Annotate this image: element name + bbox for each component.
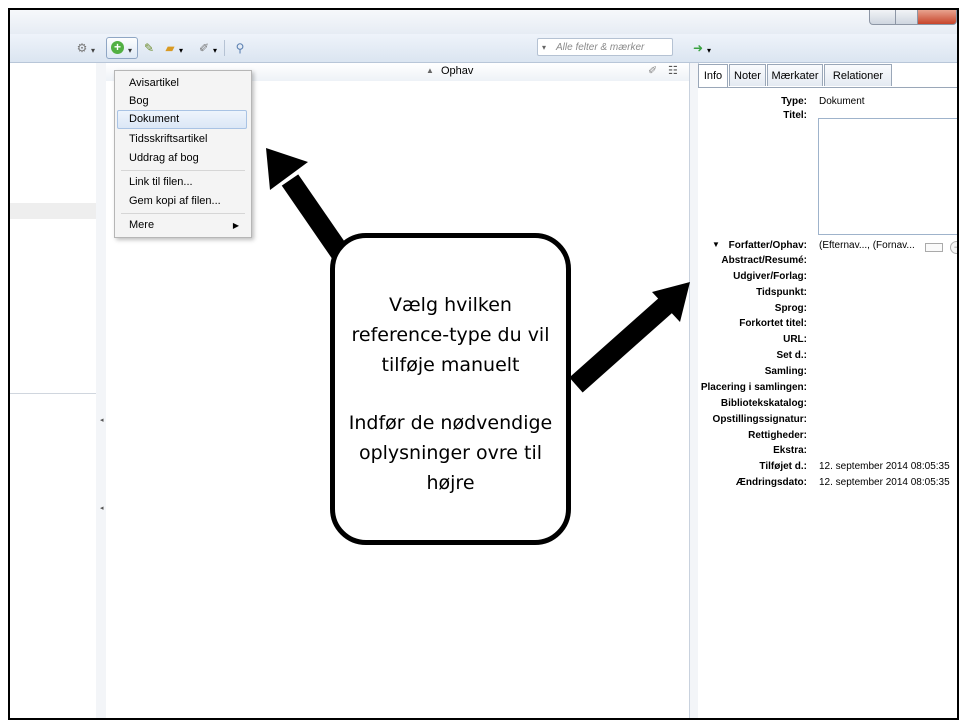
- search-input[interactable]: ▾ Alle felter & mærker: [537, 38, 673, 56]
- title-label: Titel:: [783, 110, 807, 121]
- callout-instruction-1: Vælg hvilken reference-type du vil tilfø…: [341, 290, 560, 380]
- callout-line: reference-type du vil: [351, 324, 550, 346]
- menu-item-bog[interactable]: Bog: [117, 92, 247, 111]
- menu-item-gem-kopi[interactable]: Gem kopi af filen...: [117, 192, 247, 211]
- added-label: Tilføjet d.:: [759, 461, 807, 472]
- search-mode-dropdown-icon[interactable]: ▾: [542, 39, 546, 57]
- menu-item-avisartikel[interactable]: Avisartikel: [117, 74, 247, 93]
- tab-noter[interactable]: Noter: [729, 64, 766, 86]
- field-abstract[interactable]: Abstract/Resumé:: [647, 255, 807, 266]
- chevron-down-icon[interactable]: ▾: [706, 43, 712, 59]
- chevron-down-icon[interactable]: ▾: [90, 43, 96, 59]
- modified-label: Ændringsdato:: [735, 477, 807, 488]
- magic-wand-icon[interactable]: ✎: [141, 40, 157, 56]
- menu-item-dokument[interactable]: Dokument: [117, 110, 247, 129]
- title-bar: [10, 10, 957, 35]
- attachment-column-icon[interactable]: ✐: [648, 64, 657, 77]
- pane-divider: [10, 393, 96, 394]
- tab-info[interactable]: Info: [698, 64, 728, 87]
- column-ophav[interactable]: Ophav: [441, 65, 473, 77]
- new-item-menu: Avisartikel Bog Dokument Tidsskriftsarti…: [114, 70, 252, 238]
- main-toolbar: ⚙ ▾ + ▾ ✎ ▰ ▾ ✐ ▾ ⚲ ▾ Alle felter & mærk…: [10, 34, 957, 63]
- instruction-callout: Vælg hvilken reference-type du vil tilfø…: [330, 233, 571, 545]
- splitter-grip-icon[interactable]: ◂: [100, 416, 104, 424]
- tab-relationer[interactable]: Relationer: [824, 64, 892, 86]
- selected-collection-row[interactable]: [10, 203, 96, 219]
- minimize-button[interactable]: [869, 10, 897, 25]
- menu-item-mere-label: Mere: [129, 219, 155, 231]
- field-call-number[interactable]: Opstillingssignatur:: [647, 414, 807, 425]
- field-short-title[interactable]: Forkortet titel:: [647, 318, 807, 329]
- search-icon[interactable]: ⚲: [232, 40, 248, 56]
- callout-line: tilføje manuelt: [381, 354, 520, 376]
- modified-value: 12. september 2014 08:05:35: [819, 477, 950, 488]
- add-attachment-icon[interactable]: ▰: [162, 40, 178, 56]
- callout-line: oplysninger ovre til: [358, 442, 543, 464]
- chevron-down-icon[interactable]: ▾: [212, 43, 218, 59]
- menu-item-mere[interactable]: Mere ▶: [117, 216, 247, 235]
- field-language[interactable]: Sprog:: [647, 303, 807, 314]
- close-button[interactable]: [917, 10, 957, 25]
- menu-item-uddrag-af-bog[interactable]: Uddrag af bog: [117, 149, 247, 168]
- toolbar-divider: [224, 40, 225, 56]
- callout-line: højre: [426, 472, 475, 494]
- remove-creator-icon[interactable]: −: [950, 241, 957, 254]
- chevron-down-icon[interactable]: ▾: [178, 43, 184, 59]
- field-accessed[interactable]: Set d.:: [647, 350, 807, 361]
- field-library-catalog[interactable]: Bibliotekskatalog:: [647, 398, 807, 409]
- field-extra[interactable]: Ekstra:: [647, 445, 807, 456]
- menu-separator: [121, 170, 245, 171]
- chevron-down-icon: ▾: [128, 46, 133, 55]
- callout-instruction-2: Indfør de nødvendige oplysninger ovre ti…: [341, 408, 560, 498]
- maximize-button[interactable]: [895, 10, 919, 25]
- menu-item-tidsskriftsartikel[interactable]: Tidsskriftsartikel: [117, 130, 247, 149]
- field-url[interactable]: URL:: [647, 334, 807, 345]
- field-rights[interactable]: Rettigheder:: [647, 430, 807, 441]
- menu-item-link-til-filen[interactable]: Link til filen...: [117, 173, 247, 192]
- title-field[interactable]: [818, 118, 957, 235]
- type-value[interactable]: Dokument: [819, 96, 865, 107]
- creator-value[interactable]: (Efternav..., (Fornav...: [819, 240, 915, 251]
- new-item-button[interactable]: + ▾: [106, 37, 138, 59]
- plus-circle-icon: +: [111, 41, 124, 54]
- callout-line: Vælg hvilken: [389, 294, 512, 316]
- callout-line: Indfør de nødvendige: [348, 412, 553, 434]
- creator-label[interactable]: Forfatter/Ophav:: [647, 240, 807, 251]
- field-publisher[interactable]: Udgiver/Forlag:: [647, 271, 807, 282]
- creator-field-mode-toggle[interactable]: [925, 243, 943, 252]
- field-archive[interactable]: Samling:: [647, 366, 807, 377]
- sync-icon[interactable]: ●: [952, 40, 957, 56]
- added-value: 12. september 2014 08:05:35: [819, 461, 950, 472]
- submenu-arrow-icon: ▶: [232, 221, 239, 230]
- menu-separator: [121, 213, 245, 214]
- search-placeholder: Alle felter & mærker: [556, 42, 645, 53]
- paperclip-icon[interactable]: ✐: [196, 40, 212, 56]
- gear-icon[interactable]: ⚙: [74, 40, 90, 56]
- field-date[interactable]: Tidspunkt:: [647, 287, 807, 298]
- splitter-grip-icon[interactable]: ◂: [100, 504, 104, 512]
- field-archive-location[interactable]: Placering i samlingen:: [647, 382, 807, 393]
- info-panel: Type: Dokument Titel: ▼ Forfatter/Ophav:…: [698, 87, 957, 718]
- locate-icon[interactable]: ➜: [690, 40, 706, 56]
- sort-ascending-icon: ▲: [426, 66, 434, 75]
- type-label: Type:: [781, 96, 807, 107]
- column-picker-icon[interactable]: ☷: [668, 64, 678, 77]
- collections-pane[interactable]: [10, 63, 97, 718]
- tab-maerkater[interactable]: Mærkater: [767, 64, 823, 86]
